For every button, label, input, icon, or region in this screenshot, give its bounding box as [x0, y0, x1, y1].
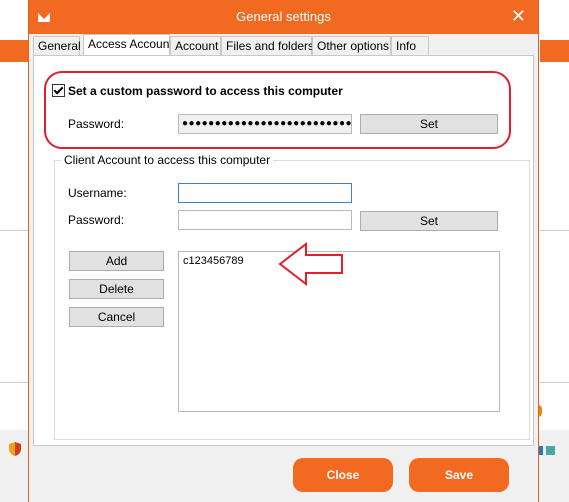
- background-divider: [0, 230, 28, 231]
- background-divider: [540, 230, 569, 231]
- list-item[interactable]: c123456789: [183, 255, 244, 267]
- tab-access-account[interactable]: Access Account: [83, 34, 173, 56]
- set-client-password-button[interactable]: Set: [360, 211, 498, 231]
- custom-password-label: Set a custom password to access this com…: [68, 84, 343, 98]
- shield-icon: [9, 442, 21, 456]
- custom-password-row: Set a custom password to access this com…: [52, 84, 343, 98]
- window-title: General settings: [236, 9, 331, 24]
- tab-general[interactable]: General: [33, 36, 81, 55]
- save-button[interactable]: Save: [409, 458, 509, 492]
- custom-password-checkbox[interactable]: [52, 84, 65, 97]
- client-password-input[interactable]: [178, 210, 352, 230]
- general-settings-dialog: General settings ✕ General Access Accoun…: [28, 0, 539, 502]
- client-password-label: Password:: [68, 213, 125, 227]
- tab-info[interactable]: Info: [391, 36, 429, 55]
- close-button[interactable]: Close: [293, 458, 393, 492]
- highlight-box: [44, 71, 511, 149]
- client-account-group-title: Client Account to access this computer: [61, 153, 274, 167]
- title-bar: General settings ✕: [29, 0, 538, 34]
- password-label: Password:: [68, 117, 125, 131]
- background-divider: [540, 382, 569, 383]
- cancel-button[interactable]: Cancel: [69, 307, 164, 327]
- tab-other-options[interactable]: Other options: [312, 36, 391, 55]
- background-app-header-left: [0, 40, 28, 62]
- background-app-header-right: [540, 40, 569, 62]
- access-account-panel: Set a custom password to access this com…: [33, 55, 534, 446]
- status-square-icon: [546, 446, 555, 455]
- pointer-arrow-icon: [278, 242, 343, 286]
- background-divider: [0, 382, 28, 383]
- tab-account[interactable]: Account: [170, 36, 221, 55]
- username-label: Username:: [68, 186, 127, 200]
- set-custom-password-button[interactable]: Set: [360, 114, 498, 134]
- custom-password-field[interactable]: ●●●●●●●●●●●●●●●●●●●●●●●●●●●●●: [178, 114, 352, 134]
- tab-files-and-folders[interactable]: Files and folders: [221, 36, 314, 55]
- close-icon[interactable]: ✕: [511, 6, 526, 27]
- add-button[interactable]: Add: [69, 251, 164, 271]
- username-input[interactable]: [178, 183, 352, 203]
- delete-button[interactable]: Delete: [69, 279, 164, 299]
